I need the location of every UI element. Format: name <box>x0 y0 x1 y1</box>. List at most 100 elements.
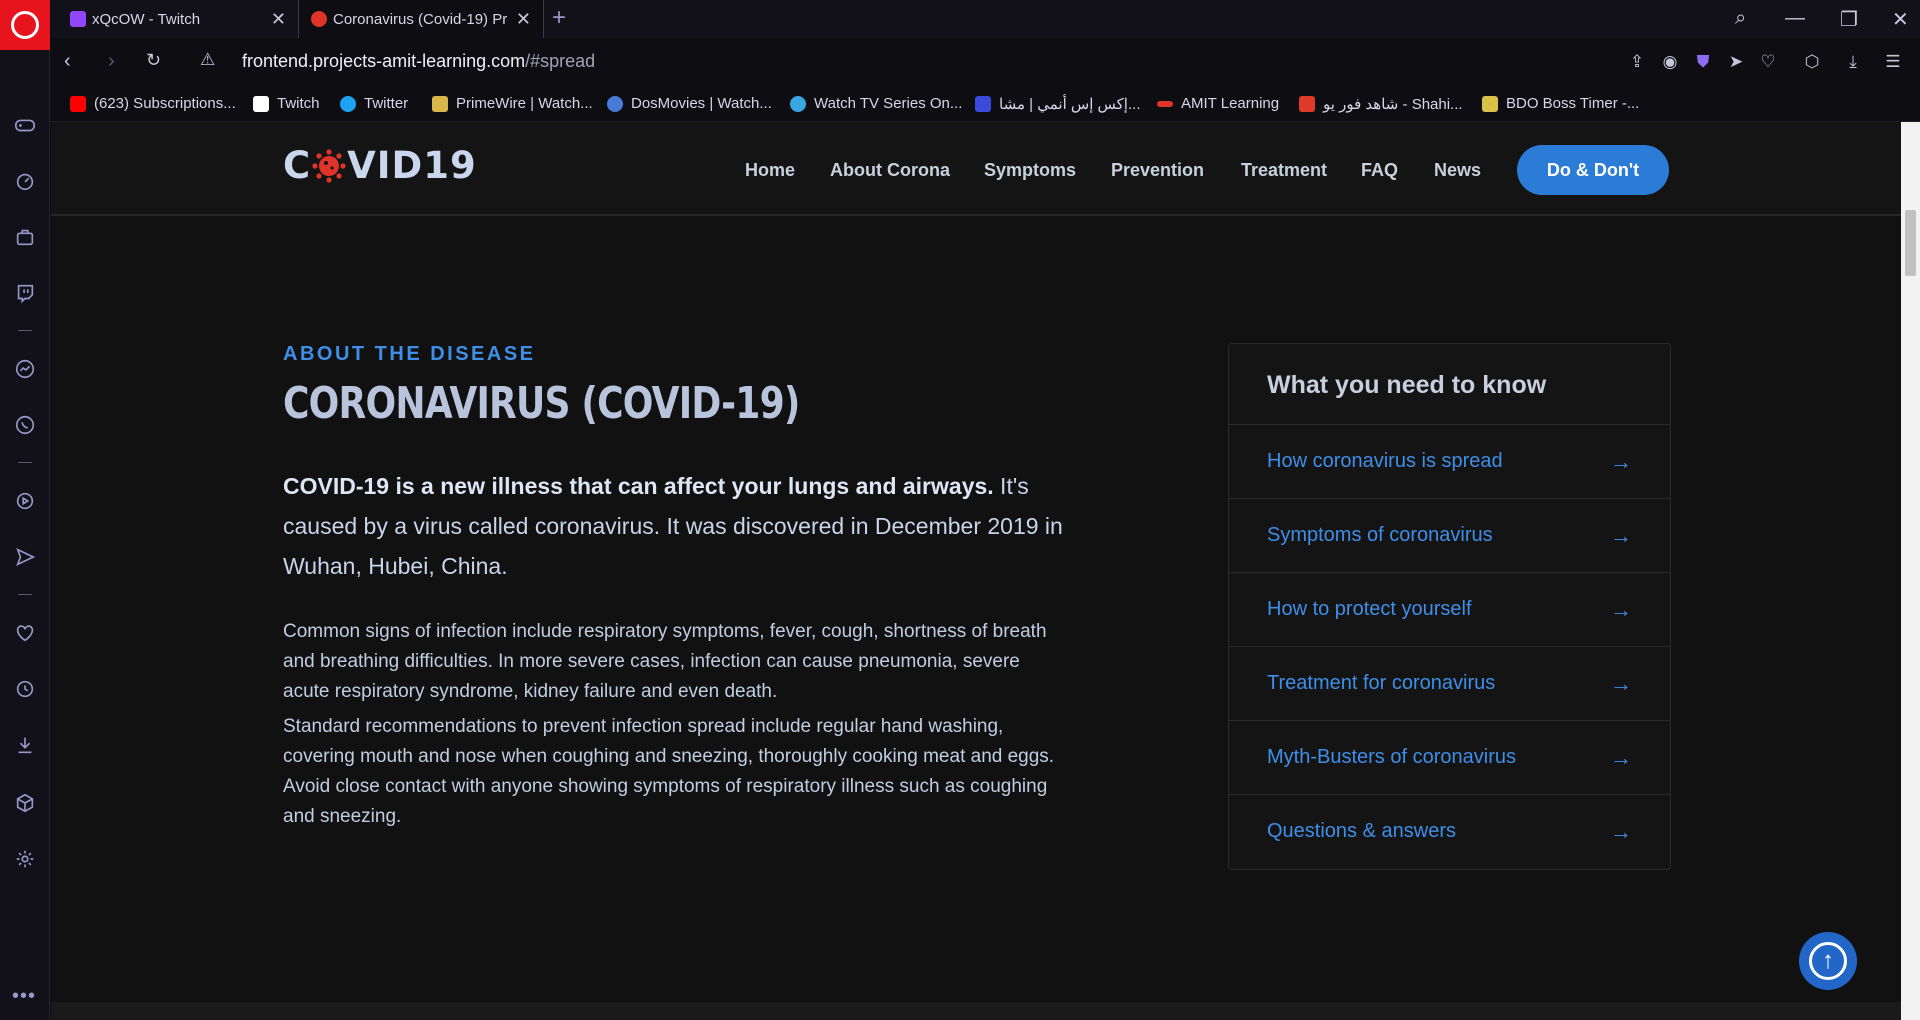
bookmark-tvseries[interactable]: Watch TV Series On... <box>790 95 962 112</box>
page-scrollbar[interactable] <box>1901 122 1920 1020</box>
back-arrow-icon[interactable]: ‹ <box>64 50 71 73</box>
gamepad-icon[interactable] <box>12 112 38 138</box>
twitch-icon[interactable] <box>12 280 38 306</box>
close-icon[interactable]: ✕ <box>271 9 286 30</box>
arrow-right-icon: → <box>1610 522 1632 548</box>
messenger-icon[interactable] <box>12 356 38 382</box>
shahid-icon <box>1299 96 1315 112</box>
forward-arrow-icon[interactable]: › <box>108 50 115 73</box>
search-tabs-icon[interactable]: ⌕ <box>1735 7 1746 30</box>
back-to-top-button[interactable]: ↑ <box>1799 932 1857 990</box>
send-icon[interactable]: ➤ <box>1726 52 1746 72</box>
minimize-icon[interactable]: — <box>1785 7 1805 30</box>
card-link-symptoms[interactable]: Symptoms of coronavirus → <box>1229 498 1670 572</box>
bdo-icon <box>1482 95 1498 112</box>
nav-prevention[interactable]: Prevention <box>1111 160 1204 181</box>
page-title: CORONAVIRUS (COVID-19) <box>283 378 800 429</box>
logo-text-left: C <box>283 144 312 187</box>
card-link-label: Symptoms of coronavirus <box>1267 524 1493 546</box>
tab-coronavirus[interactable]: Coronavirus (Covid-19) Pre ✕ <box>298 0 544 38</box>
card-link-spread[interactable]: How coronavirus is spread → <box>1229 424 1670 498</box>
nav-treatment[interactable]: Treatment <box>1241 160 1327 181</box>
restore-icon[interactable]: ❐ <box>1840 7 1858 32</box>
vpn-shield-icon[interactable]: ⛊ <box>1693 52 1713 72</box>
bookmark-bdo[interactable]: BDO Boss Timer -... <box>1482 95 1639 112</box>
bookmark-primewire[interactable]: PrimeWire | Watch... <box>432 95 593 112</box>
send-icon[interactable] <box>12 544 38 570</box>
opera-menu-button[interactable] <box>0 0 50 50</box>
lead-paragraph: COVID-19 is a new illness that can affec… <box>283 466 1063 586</box>
downloads-icon[interactable] <box>12 732 38 758</box>
bookmark-shahid[interactable]: شاهد فور يو - Shahi... <box>1299 95 1463 113</box>
card-link-label: Myth-Busters of coronavirus <box>1267 746 1516 768</box>
tab-twitch[interactable]: xQcOW - Twitch ✕ <box>58 0 298 38</box>
briefcase-icon[interactable] <box>12 224 38 250</box>
browser-sidebar: ••• <box>0 0 50 1020</box>
bookmark-label: PrimeWire | Watch... <box>456 95 593 112</box>
bookmark-label: Twitter <box>364 95 409 112</box>
primewire-icon <box>432 95 448 112</box>
nav-symptoms[interactable]: Symptoms <box>984 160 1076 181</box>
arrow-right-icon: → <box>1610 818 1632 844</box>
twitter-icon <box>340 95 356 112</box>
card-link-protect[interactable]: How to protect yourself → <box>1229 572 1670 646</box>
footer-edge <box>51 1002 1901 1020</box>
bookmark-label: (623) Subscriptions... <box>94 95 236 112</box>
arrow-up-icon: ↑ <box>1809 942 1847 980</box>
close-icon[interactable]: ✕ <box>516 9 531 30</box>
download-icon[interactable]: ⤓ <box>1843 52 1863 72</box>
url-path: /#spread <box>525 51 596 71</box>
sidebar-divider <box>18 462 32 463</box>
bookmark-label: Watch TV Series On... <box>814 95 963 112</box>
extensions-icon[interactable] <box>12 790 38 816</box>
card-link-mythbusters[interactable]: Myth-Busters of coronavirus → <box>1229 720 1670 794</box>
amit-icon <box>1157 100 1173 107</box>
site-header: C VID19 Home About Corona Symptoms Preve… <box>51 122 1901 216</box>
bookmarks-bar: (623) Subscriptions... Twitch Twitter Pr… <box>50 86 1920 122</box>
share-icon[interactable]: ⇪ <box>1627 52 1647 72</box>
bookmark-xsanime[interactable]: إكس إس أنمي | مشا... <box>975 95 1141 113</box>
bookmark-twitch[interactable]: Twitch <box>253 95 320 112</box>
site-logo[interactable]: C VID19 <box>283 144 477 187</box>
bookmark-twitter[interactable]: Twitter <box>340 95 408 112</box>
card-title: What you need to know <box>1267 371 1547 399</box>
bookmark-amit[interactable]: AMIT Learning <box>1157 95 1279 112</box>
reload-icon[interactable]: ↻ <box>146 50 161 71</box>
arrow-right-icon: → <box>1610 744 1632 770</box>
more-icon[interactable]: ••• <box>12 985 36 1008</box>
card-link-qa[interactable]: Questions & answers → <box>1229 794 1670 868</box>
warning-icon[interactable]: ⚠ <box>200 50 215 70</box>
history-icon[interactable] <box>12 676 38 702</box>
signs-paragraph: Common signs of infection include respir… <box>283 621 1047 702</box>
xsanime-icon <box>975 96 991 112</box>
snapshot-icon[interactable]: ◉ <box>1660 52 1680 72</box>
scrollbar-thumb[interactable] <box>1905 210 1916 276</box>
easy-setup-icon[interactable]: ☰ <box>1883 52 1903 72</box>
logo-text-right: VID19 <box>347 144 477 187</box>
whatsapp-icon[interactable] <box>12 412 38 438</box>
bookmark-dosmovies[interactable]: DosMovies | Watch... <box>607 95 772 112</box>
tab-title: xQcOW - Twitch <box>92 10 201 28</box>
recommendations-paragraph: Standard recommendations to prevent infe… <box>283 716 1055 827</box>
new-tab-button[interactable]: + <box>552 4 566 32</box>
player-icon[interactable] <box>12 488 38 514</box>
nav-home[interactable]: Home <box>745 160 795 181</box>
extensions-cube-icon[interactable]: ⬡ <box>1802 52 1822 72</box>
heart-icon[interactable] <box>12 620 38 646</box>
nav-news[interactable]: News <box>1434 160 1481 181</box>
card-link-label: How to protect yourself <box>1267 598 1472 620</box>
settings-gear-icon[interactable] <box>12 846 38 872</box>
bookmark-youtube[interactable]: (623) Subscriptions... <box>70 95 236 112</box>
heart-icon[interactable]: ♡ <box>1758 52 1778 72</box>
card-link-treatment[interactable]: Treatment for coronavirus → <box>1229 646 1670 720</box>
page-icon <box>253 95 269 112</box>
nav-about-corona[interactable]: About Corona <box>830 160 950 181</box>
bookmark-label: شاهد فور يو - Shahi... <box>1323 96 1463 113</box>
nav-faq[interactable]: FAQ <box>1361 160 1398 181</box>
speedometer-icon[interactable] <box>12 168 38 194</box>
twitch-favicon-icon <box>70 11 86 27</box>
youtube-icon <box>70 95 86 112</box>
window-close-icon[interactable]: ✕ <box>1892 7 1909 32</box>
url-field[interactable]: frontend.projects-amit-learning.com/#spr… <box>242 51 595 72</box>
do-dont-button[interactable]: Do & Don't <box>1517 145 1669 195</box>
